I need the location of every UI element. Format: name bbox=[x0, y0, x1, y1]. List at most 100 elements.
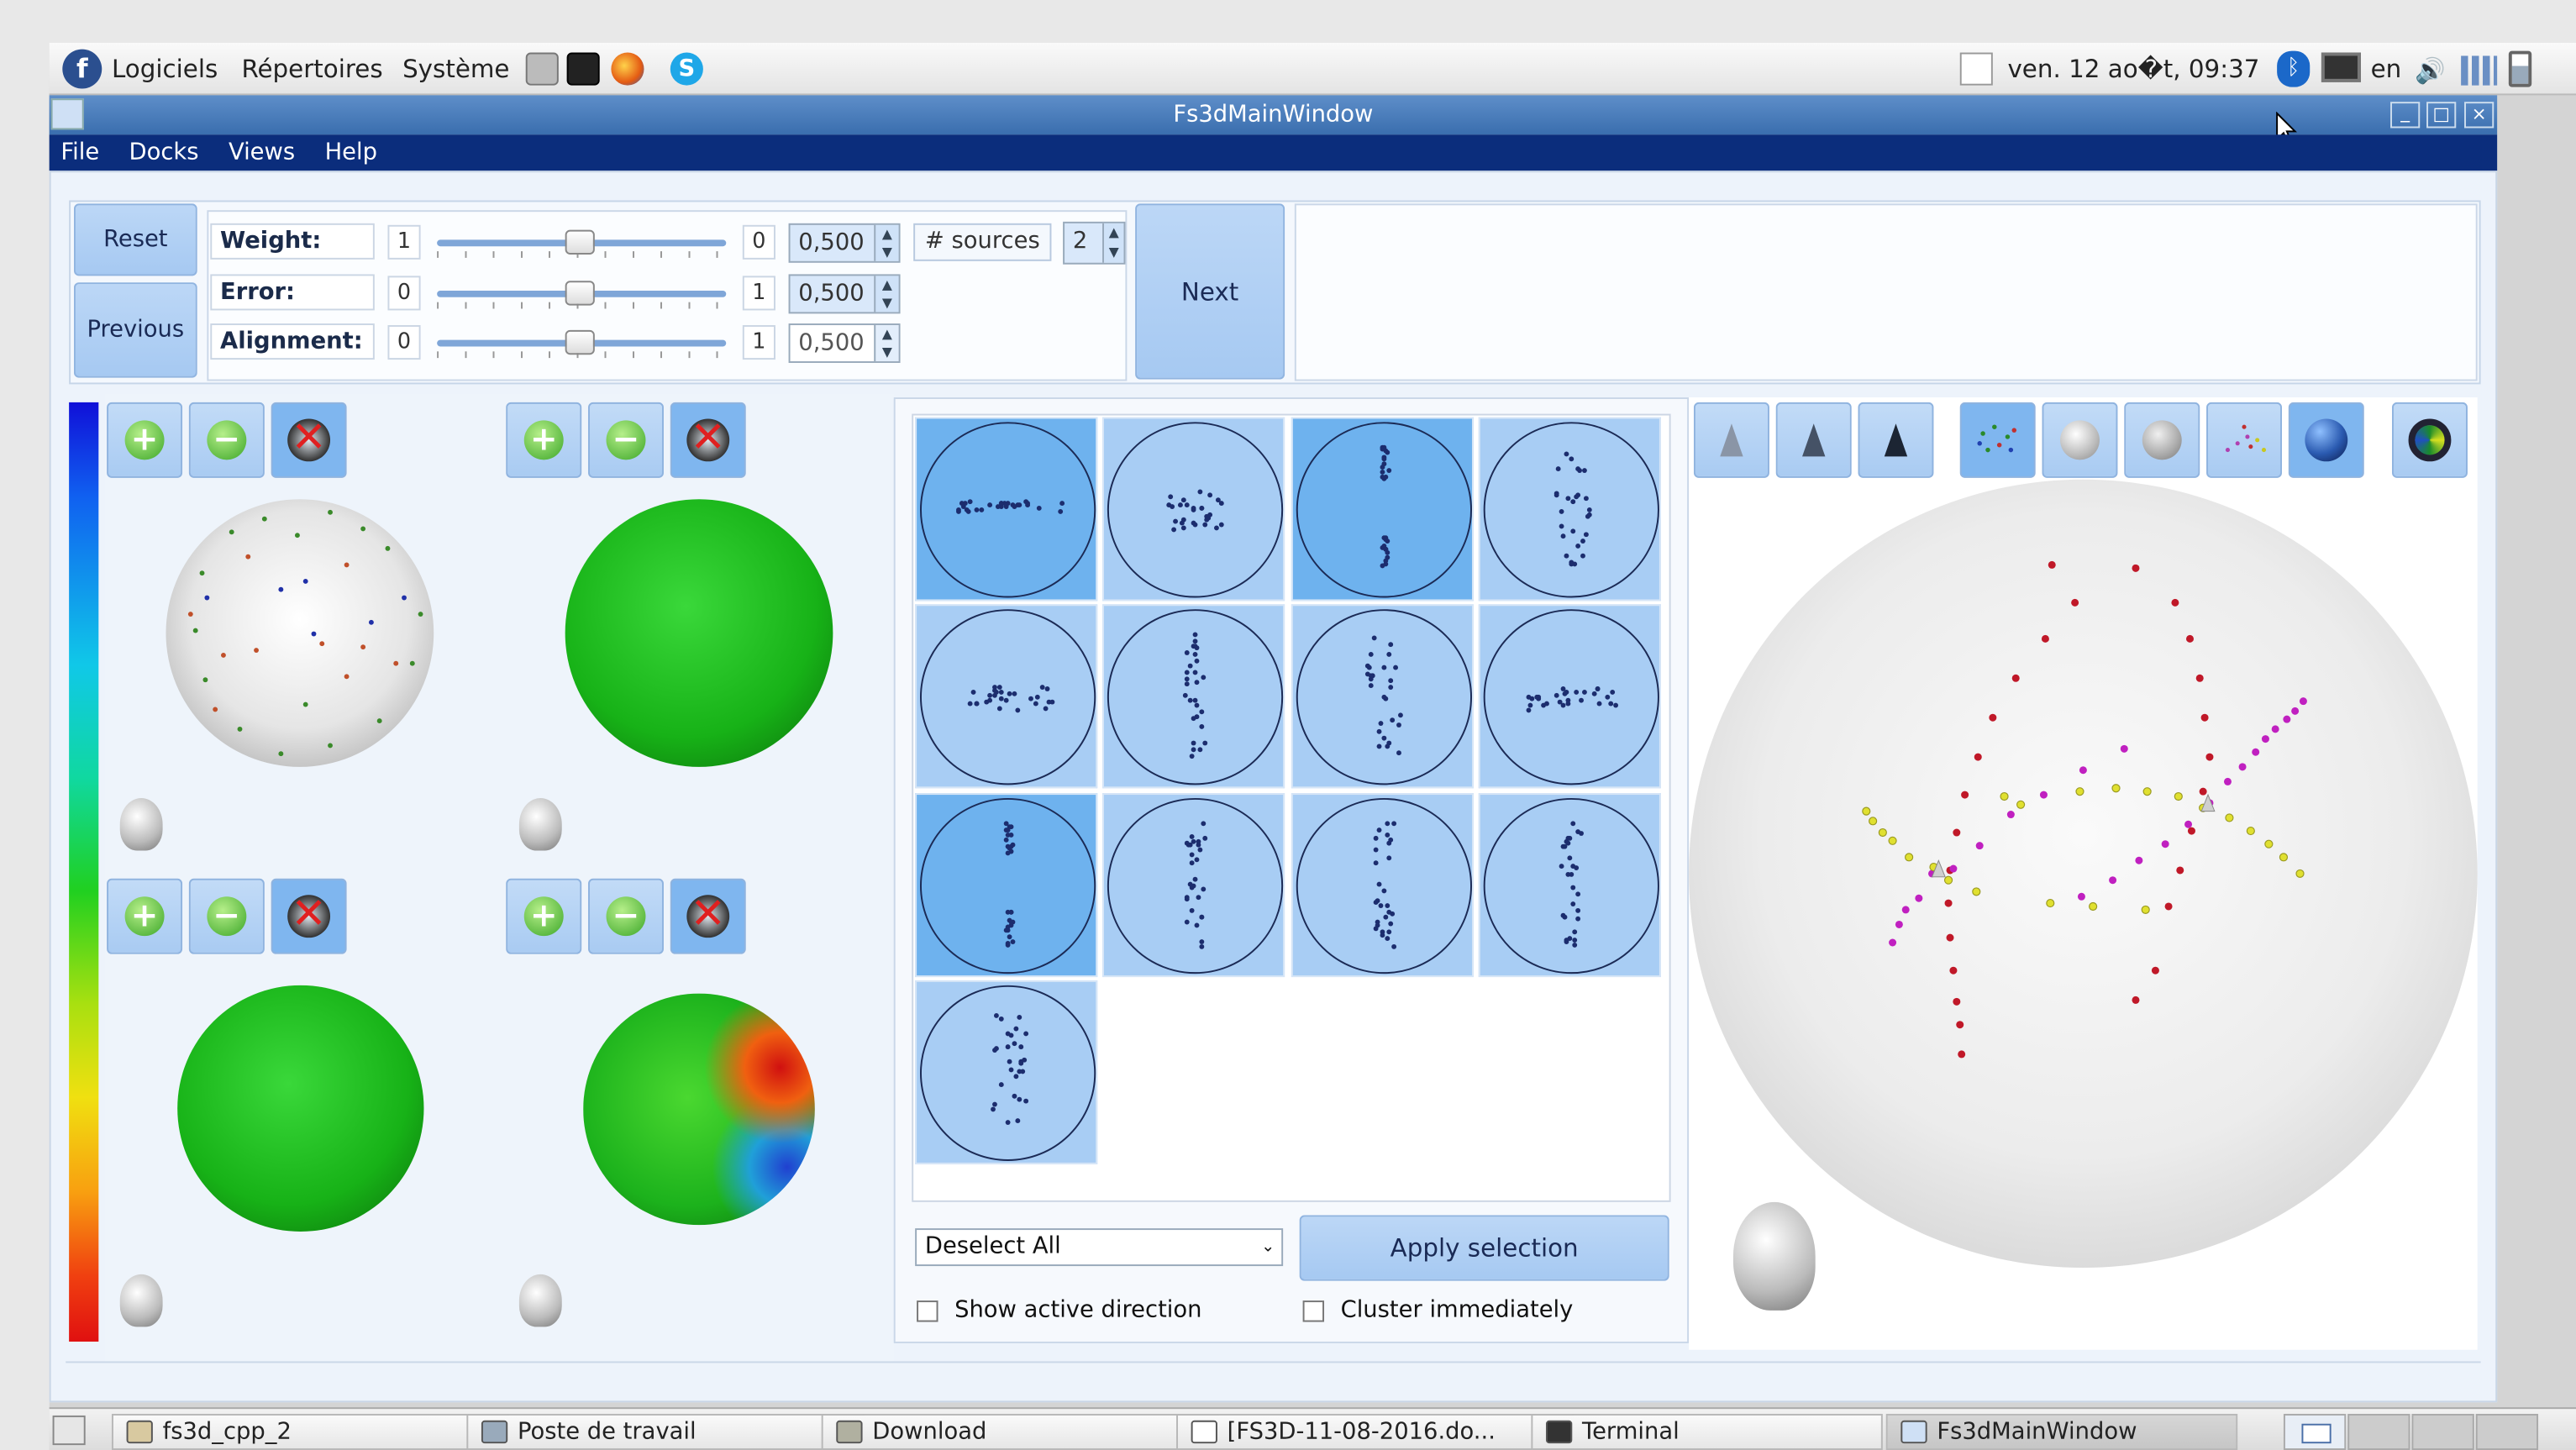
direction-cell[interactable] bbox=[915, 604, 1098, 789]
direction-cell[interactable] bbox=[1102, 417, 1285, 602]
spin-arrows-icon[interactable]: ▲ ▼ bbox=[874, 276, 899, 313]
direction-cell[interactable] bbox=[1102, 793, 1285, 978]
sphere-blue-button[interactable] bbox=[2288, 402, 2364, 478]
weight-slider[interactable] bbox=[437, 225, 727, 261]
next-button[interactable]: Next bbox=[1135, 203, 1285, 380]
task-poste-de-travail[interactable]: Poste de travail bbox=[466, 1413, 865, 1450]
weight-slider-handle[interactable] bbox=[565, 229, 595, 255]
color-sphere-button[interactable] bbox=[2392, 402, 2468, 478]
3d-sphere-view[interactable] bbox=[1689, 479, 2478, 1269]
zoom-in-button[interactable]: + bbox=[506, 402, 582, 478]
clock[interactable]: ven. 12 ao�t, 09:37 bbox=[2007, 55, 2259, 84]
error-slider-handle[interactable] bbox=[565, 281, 595, 306]
cone-dark-button[interactable] bbox=[1858, 402, 1934, 478]
selection-dropdown[interactable]: Deselect All ⌄ bbox=[915, 1228, 1284, 1267]
firefox-icon[interactable] bbox=[611, 52, 644, 86]
bluetooth-icon[interactable]: ᛒ bbox=[2277, 50, 2311, 87]
apply-selection-button[interactable]: Apply selection bbox=[1299, 1215, 1669, 1281]
alignment-sphere-view[interactable] bbox=[583, 993, 815, 1226]
weight-sphere-view[interactable] bbox=[565, 499, 833, 767]
task-terminal[interactable]: Terminal bbox=[1531, 1413, 1883, 1450]
alignment-spinbox[interactable]: 0,500 ▲ ▼ bbox=[788, 323, 901, 363]
terminal-icon[interactable] bbox=[566, 52, 600, 86]
keyboard-layout[interactable]: en bbox=[2371, 55, 2402, 84]
file-manager-icon[interactable] bbox=[525, 52, 559, 86]
points-sphere-view[interactable] bbox=[166, 499, 434, 767]
previous-button[interactable]: Previous bbox=[73, 282, 197, 378]
head-orientation-icon[interactable] bbox=[518, 797, 562, 851]
network-signal-icon[interactable] bbox=[2461, 55, 2498, 86]
head-model-icon[interactable] bbox=[1732, 1201, 1816, 1311]
error-slider[interactable] bbox=[437, 276, 727, 312]
cone-medium-button[interactable] bbox=[1775, 402, 1852, 478]
zoom-in-button[interactable]: + bbox=[506, 878, 582, 954]
show-points-button[interactable] bbox=[1959, 402, 2036, 478]
window-titlebar[interactable]: Fs3dMainWindow _ □ × bbox=[49, 95, 2498, 135]
close-icon[interactable]: × bbox=[2464, 102, 2495, 129]
direction-cell[interactable] bbox=[1478, 417, 1661, 602]
zoom-out-button[interactable]: − bbox=[188, 878, 265, 954]
show-desktop-icon[interactable] bbox=[52, 1415, 86, 1446]
direction-cell[interactable] bbox=[915, 417, 1098, 602]
task-document[interactable]: [FS3D-11-08-2016.do... bbox=[1176, 1413, 1575, 1450]
workspace-4[interactable] bbox=[2475, 1413, 2539, 1450]
workspace-1[interactable] bbox=[2283, 1413, 2347, 1450]
task-download[interactable]: Download bbox=[821, 1413, 1219, 1450]
menu-applications[interactable]: Logiciels bbox=[112, 55, 218, 84]
cluster-immediately-checkbox[interactable] bbox=[1302, 1300, 1325, 1322]
show-active-direction-checkbox[interactable] bbox=[917, 1300, 938, 1322]
battery-icon[interactable] bbox=[2508, 50, 2532, 87]
menu-system[interactable]: Système bbox=[402, 55, 509, 84]
workspace-3[interactable] bbox=[2411, 1413, 2474, 1450]
error-sphere-view[interactable] bbox=[177, 985, 424, 1232]
error-spinbox[interactable]: 0,500 ▲ ▼ bbox=[788, 274, 901, 314]
window-menu-icon[interactable] bbox=[50, 98, 84, 130]
head-orientation-icon[interactable] bbox=[518, 1274, 562, 1327]
cone-small-button[interactable] bbox=[1693, 402, 1769, 478]
direction-cell[interactable] bbox=[915, 793, 1098, 978]
skype-icon[interactable]: S bbox=[670, 52, 703, 86]
minimize-icon[interactable]: _ bbox=[2390, 102, 2421, 129]
volume-icon[interactable]: 🔊 bbox=[2415, 55, 2447, 85]
toggle-axes-button[interactable]: ✕ bbox=[271, 878, 347, 954]
alignment-slider[interactable] bbox=[437, 325, 727, 361]
sources-spinbox[interactable]: 2 ▲ ▼ bbox=[1063, 221, 1126, 265]
sphere-grey-button[interactable] bbox=[2124, 402, 2200, 478]
task-fs3dmainwindow[interactable]: Fs3dMainWindow bbox=[1885, 1413, 2238, 1450]
fedora-logo-icon[interactable]: f bbox=[62, 49, 103, 89]
head-orientation-icon[interactable] bbox=[119, 797, 163, 851]
menu-docks[interactable]: Docks bbox=[118, 134, 208, 165]
direction-cell[interactable] bbox=[1478, 793, 1661, 978]
maximize-icon[interactable]: □ bbox=[2426, 102, 2457, 129]
zoom-out-button[interactable]: − bbox=[188, 402, 265, 478]
direction-cell[interactable] bbox=[1291, 793, 1474, 978]
sphere-light-button[interactable] bbox=[2042, 402, 2118, 478]
menu-file[interactable]: File bbox=[50, 134, 109, 165]
menu-places[interactable]: Répertoires bbox=[241, 55, 382, 84]
workspace-2[interactable] bbox=[2347, 1413, 2410, 1450]
spin-arrows-icon[interactable]: ▲ ▼ bbox=[874, 224, 899, 261]
head-orientation-icon[interactable] bbox=[119, 1274, 163, 1327]
alignment-slider-handle[interactable] bbox=[565, 329, 595, 355]
direction-cell[interactable] bbox=[1478, 604, 1661, 789]
direction-cell[interactable] bbox=[915, 980, 1098, 1164]
notes-icon[interactable] bbox=[1959, 52, 1993, 86]
show-paths-button[interactable] bbox=[2206, 402, 2282, 478]
toggle-axes-button[interactable]: ✕ bbox=[670, 878, 746, 954]
direction-cell[interactable] bbox=[1291, 417, 1474, 602]
weight-spinbox[interactable]: 0,500 ▲ ▼ bbox=[788, 223, 901, 263]
spin-arrows-icon[interactable]: ▲ ▼ bbox=[874, 325, 899, 362]
task-fs3d-cpp-2[interactable]: fs3d_cpp_2 bbox=[111, 1413, 510, 1450]
zoom-out-button[interactable]: − bbox=[588, 878, 664, 954]
reset-button[interactable]: Reset bbox=[73, 203, 197, 276]
direction-cell[interactable] bbox=[1291, 604, 1474, 789]
menu-help[interactable]: Help bbox=[313, 134, 387, 165]
spin-arrows-icon[interactable]: ▲ ▼ bbox=[1102, 223, 1124, 263]
toggle-axes-button[interactable]: ✕ bbox=[670, 402, 746, 478]
toggle-axes-button[interactable]: ✕ bbox=[271, 402, 347, 478]
menu-views[interactable]: Views bbox=[217, 134, 305, 165]
display-icon[interactable] bbox=[2321, 52, 2361, 82]
zoom-out-button[interactable]: − bbox=[588, 402, 664, 478]
zoom-in-button[interactable]: + bbox=[107, 402, 183, 478]
zoom-in-button[interactable]: + bbox=[107, 878, 183, 954]
